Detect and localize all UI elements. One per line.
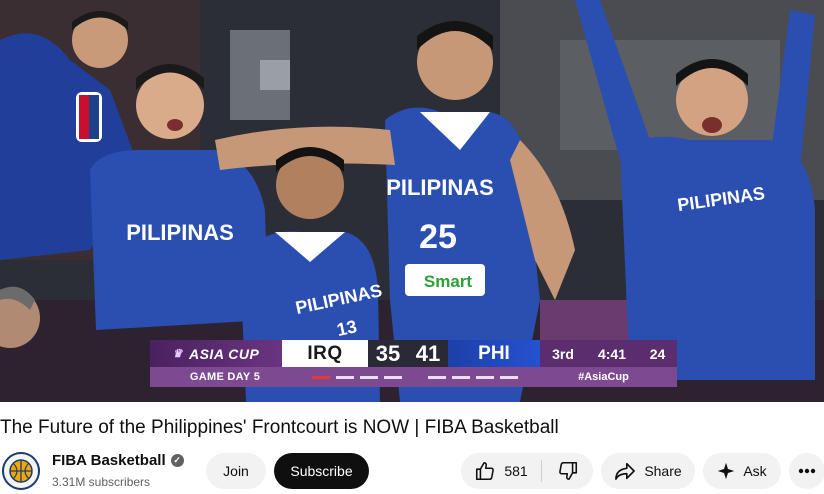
foul-marker	[384, 375, 402, 379]
thumbs-down-icon	[557, 460, 579, 482]
join-label: Join	[223, 463, 249, 479]
subscribe-label: Subscribe	[290, 463, 353, 479]
foul-marker	[360, 375, 378, 379]
game-clock: 4:41	[586, 340, 638, 367]
share-label: Share	[644, 463, 682, 479]
share-arrow-icon	[614, 461, 636, 481]
jersey-text-center: PILIPINAS	[386, 175, 494, 200]
team-a-score: 35	[368, 340, 408, 367]
sparkle-icon	[717, 462, 735, 480]
thumbs-up-icon	[474, 460, 496, 482]
subscriber-count: 3.31M subscribers	[52, 475, 151, 489]
foul-marker	[476, 375, 494, 379]
subscribe-button[interactable]: Subscribe	[274, 453, 369, 489]
team-b-score: 41	[408, 340, 448, 367]
like-button[interactable]: 581	[461, 453, 541, 489]
team-a-name: IRQ	[282, 340, 368, 367]
more-actions-button[interactable]	[789, 453, 824, 489]
jersey-text-bench-left: PILIPINAS	[126, 220, 234, 245]
foul-marker	[452, 375, 470, 379]
verified-check-icon: ✓	[170, 454, 184, 467]
dislike-button[interactable]	[542, 453, 593, 489]
ask-label: Ask	[743, 463, 767, 479]
like-count: 581	[504, 463, 528, 479]
team-b-name: PHI	[448, 340, 540, 367]
share-button[interactable]: Share	[601, 453, 695, 489]
scorebug: ♛ ASIA CUP IRQ 35 41 PHI 3rd 4:41 24 GAM…	[150, 340, 677, 388]
jersey-number-center: 25	[419, 218, 457, 256]
channel-name: FIBA Basketball	[52, 452, 166, 469]
channel-name-link[interactable]: FIBA Basketball ✓	[52, 452, 184, 469]
more-dots-icon	[798, 468, 816, 474]
foul-marker	[428, 375, 446, 379]
basketball-logo-icon	[2, 452, 40, 490]
game-day-label: GAME DAY 5	[189, 371, 261, 383]
game-period: 3rd	[540, 340, 586, 367]
league-name: ASIA CUP	[188, 345, 260, 362]
shot-clock: 24	[638, 340, 677, 367]
like-dislike-bar: 581	[461, 453, 593, 489]
foul-marker	[500, 375, 518, 379]
team-fouls-indicator	[300, 367, 530, 387]
video-player[interactable]: PILIPINAS PILIPINAS 25 Smart PILIPINAS 1…	[0, 0, 824, 402]
jersey-number-left-player: 13	[335, 316, 359, 340]
ask-button[interactable]: Ask	[703, 453, 781, 489]
channel-avatar[interactable]	[2, 452, 40, 490]
join-button[interactable]: Join	[206, 453, 266, 489]
video-title: The Future of the Philippines' Frontcour…	[0, 417, 559, 438]
foul-marker	[312, 375, 330, 379]
jersey-sponsor-center: Smart	[424, 272, 473, 291]
hashtag-label: #AsiaCup	[578, 371, 629, 383]
foul-marker	[336, 375, 354, 379]
asia-cup-logo: ♛ ASIA CUP	[150, 340, 282, 367]
trophy-icon: ♛	[172, 348, 183, 360]
